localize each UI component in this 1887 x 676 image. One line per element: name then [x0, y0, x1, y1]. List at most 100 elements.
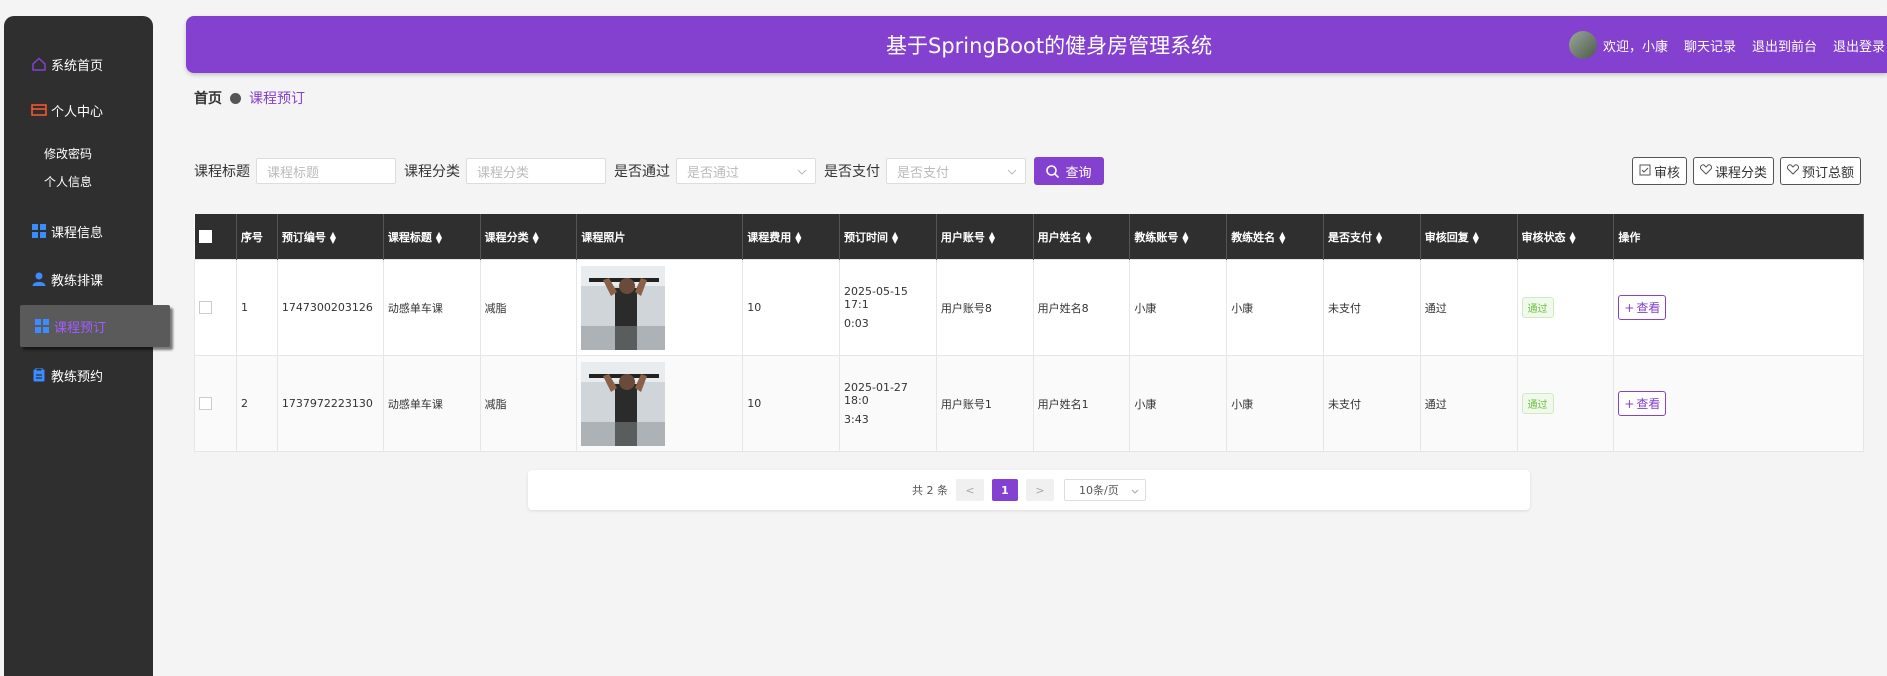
table-header[interactable]: 课程费用 ▲ ▼ [742, 214, 840, 260]
paid-select[interactable]: 是否支付 [886, 158, 1026, 184]
next-page-button[interactable]: > [1026, 479, 1054, 501]
grid-icon [34, 318, 50, 334]
table-header: 序号 [236, 214, 278, 260]
table-header[interactable]: 是否支付 ▲ ▼ [1323, 214, 1421, 260]
logout-link[interactable]: 退出登录 [1833, 36, 1885, 55]
sort-icon: ▲ ▼ [1085, 229, 1092, 245]
cell-reply: 通过 [1419, 259, 1518, 356]
cell-coach-name: 小康 [1226, 355, 1324, 452]
sidebar-item-course-info[interactable]: 课程信息 [4, 216, 153, 246]
table-header: 操作 [1613, 214, 1864, 260]
sidebar-item-personal-center[interactable]: 个人中心 [4, 95, 153, 125]
status-badge: 通过 [1521, 393, 1554, 414]
breadcrumb-dot-icon [230, 92, 241, 104]
course-category-button[interactable]: 课程分类 [1692, 157, 1774, 185]
cell-reply: 通过 [1419, 355, 1518, 452]
cell-user-name: 用户姓名1 [1032, 355, 1131, 452]
breadcrumb: 首页 课程预订 [194, 88, 305, 108]
approved-select[interactable]: 是否通过 [676, 158, 816, 184]
sidebar-item-label: 个人中心 [51, 104, 104, 120]
sort-icon: ▲ ▼ [1279, 229, 1286, 245]
page-size-select[interactable]: 10条/页 [1064, 479, 1146, 501]
course-photo [581, 265, 666, 350]
sidebar-item-label: 系统首页 [51, 58, 104, 74]
sort-icon: ▲ ▼ [795, 229, 802, 245]
sort-icon: ▲ ▼ [532, 229, 539, 245]
sidebar-item-course-booking[interactable]: 课程预订 [20, 305, 170, 347]
select-all-cell [194, 214, 237, 260]
plus-icon: + [1624, 396, 1635, 411]
cell-paid: 未支付 [1322, 355, 1421, 452]
sidebar-item-label: 教练预约 [51, 369, 104, 385]
app-title: 基于SpringBoot的健身房管理系统 [886, 34, 1213, 58]
course-category-input[interactable]: 课程分类 [466, 158, 606, 184]
table-header[interactable]: 课程标题 ▲ ▼ [383, 214, 481, 260]
cell-time: 2025-01-27 18:0 3:43 [839, 355, 937, 452]
sidebar-item-label: 修改密码 [44, 146, 93, 161]
sidebar: 系统首页 个人中心 修改密码 个人信息 课程信息 教练排课 课程预订 教练预约 [4, 16, 170, 676]
query-button[interactable]: 查询 [1034, 157, 1104, 185]
select-all-checkbox[interactable] [198, 230, 212, 244]
cell-category: 减脂 [479, 355, 578, 452]
cell-category: 减脂 [479, 259, 578, 356]
review-icon [1639, 164, 1651, 179]
table-header-row: 序号 预订编号 ▲ ▼ 课程标题 ▲ ▼ 课程分类 ▲ ▼ 课程照片 课程费用 ▲ ▼ 预订时间… [194, 214, 1864, 260]
table-header[interactable]: 审核回复 ▲ ▼ [1420, 214, 1518, 260]
table-row: 1 1747300203126 动感单车课 减脂 10 2025-05-15 1… [194, 259, 1864, 356]
course-title-input[interactable]: 课程标题 [256, 158, 396, 184]
table-header[interactable]: 教练姓名 ▲ ▼ [1226, 214, 1324, 260]
table-row: 2 1737972223130 动感单车课 减脂 10 2025-01-27 1… [194, 355, 1864, 452]
search-bar: 课程标题 课程标题 课程分类 课程分类 是否通过 是否通过 是否支付 是否支付 … [194, 157, 1104, 185]
cell-course-title: 动感单车课 [382, 355, 481, 452]
view-button-label: 查看 [1636, 301, 1661, 315]
chevron-down-icon [1131, 484, 1139, 497]
table-header[interactable]: 审核状态 ▲ ▼ [1517, 214, 1615, 260]
view-button[interactable]: + 查看 [1618, 391, 1667, 416]
table-header[interactable]: 预订时间 ▲ ▼ [839, 214, 937, 260]
chevron-down-icon [1007, 164, 1017, 179]
sidebar-item-coach-schedule[interactable]: 教练排课 [4, 264, 153, 294]
heart-icon [1699, 164, 1712, 178]
review-button[interactable]: 审核 [1631, 157, 1687, 185]
page-button-current[interactable]: 1 [992, 479, 1018, 501]
top-header: 基于SpringBoot的健身房管理系统 欢迎，小康 聊天记录 退出到前台 退出… [186, 16, 1887, 73]
sidebar-item-label: 个人信息 [44, 174, 93, 189]
pagination: 共 2 条 < 1 > 10条/页 [528, 470, 1530, 510]
sidebar-item-home[interactable]: 系统首页 [4, 49, 153, 79]
sidebar-item-coach-appointment[interactable]: 教练预约 [4, 360, 153, 390]
cell-user-name: 用户姓名8 [1032, 259, 1131, 356]
booking-total-button[interactable]: 预订总额 [1779, 157, 1861, 185]
sort-icon: ▲ ▼ [1569, 229, 1576, 245]
row-checkbox[interactable] [199, 301, 212, 315]
wallet-icon [31, 102, 47, 118]
cell-user-account: 用户账号8 [935, 259, 1034, 356]
course-title-label: 课程标题 [194, 164, 250, 180]
sort-icon: ▲ ▼ [435, 229, 442, 245]
table-header[interactable]: 用户姓名 ▲ ▼ [1033, 214, 1131, 260]
sidebar-item-change-password[interactable]: 修改密码 [4, 141, 153, 165]
cell-index: 2 [235, 355, 278, 452]
prev-page-button[interactable]: < [956, 479, 984, 501]
table-header[interactable]: 用户账号 ▲ ▼ [936, 214, 1034, 260]
table-header[interactable]: 预订编号 ▲ ▼ [277, 214, 384, 260]
view-button-label: 查看 [1636, 397, 1661, 411]
row-checkbox[interactable] [199, 397, 212, 411]
table-header[interactable]: 课程分类 ▲ ▼ [480, 214, 578, 260]
table-header[interactable]: 教练账号 ▲ ▼ [1129, 214, 1228, 260]
query-button-label: 查询 [1065, 165, 1092, 181]
view-button[interactable]: + 查看 [1618, 295, 1667, 320]
chat-history-link[interactable]: 聊天记录 [1684, 36, 1736, 55]
breadcrumb-home[interactable]: 首页 [194, 88, 222, 108]
sidebar-item-personal-info[interactable]: 个人信息 [4, 169, 153, 193]
approved-label: 是否通过 [614, 164, 670, 180]
heart-icon [1786, 164, 1799, 178]
user-icon [31, 271, 47, 287]
welcome-text: 欢迎，小康 [1602, 39, 1668, 55]
avatar[interactable] [1568, 31, 1597, 59]
sort-icon: ▲ ▼ [1472, 229, 1479, 245]
action-buttons: 审核 课程分类 预订总额 [1626, 157, 1861, 185]
paid-select-placeholder: 是否支付 [897, 165, 950, 181]
exit-to-frontend-link[interactable]: 退出到前台 [1752, 36, 1817, 55]
search-icon [1046, 164, 1060, 178]
booking-table: 序号 预订编号 ▲ ▼ 课程标题 ▲ ▼ 课程分类 ▲ ▼ 课程照片 课程费用 ▲ ▼ 预订时间… [194, 214, 1864, 452]
